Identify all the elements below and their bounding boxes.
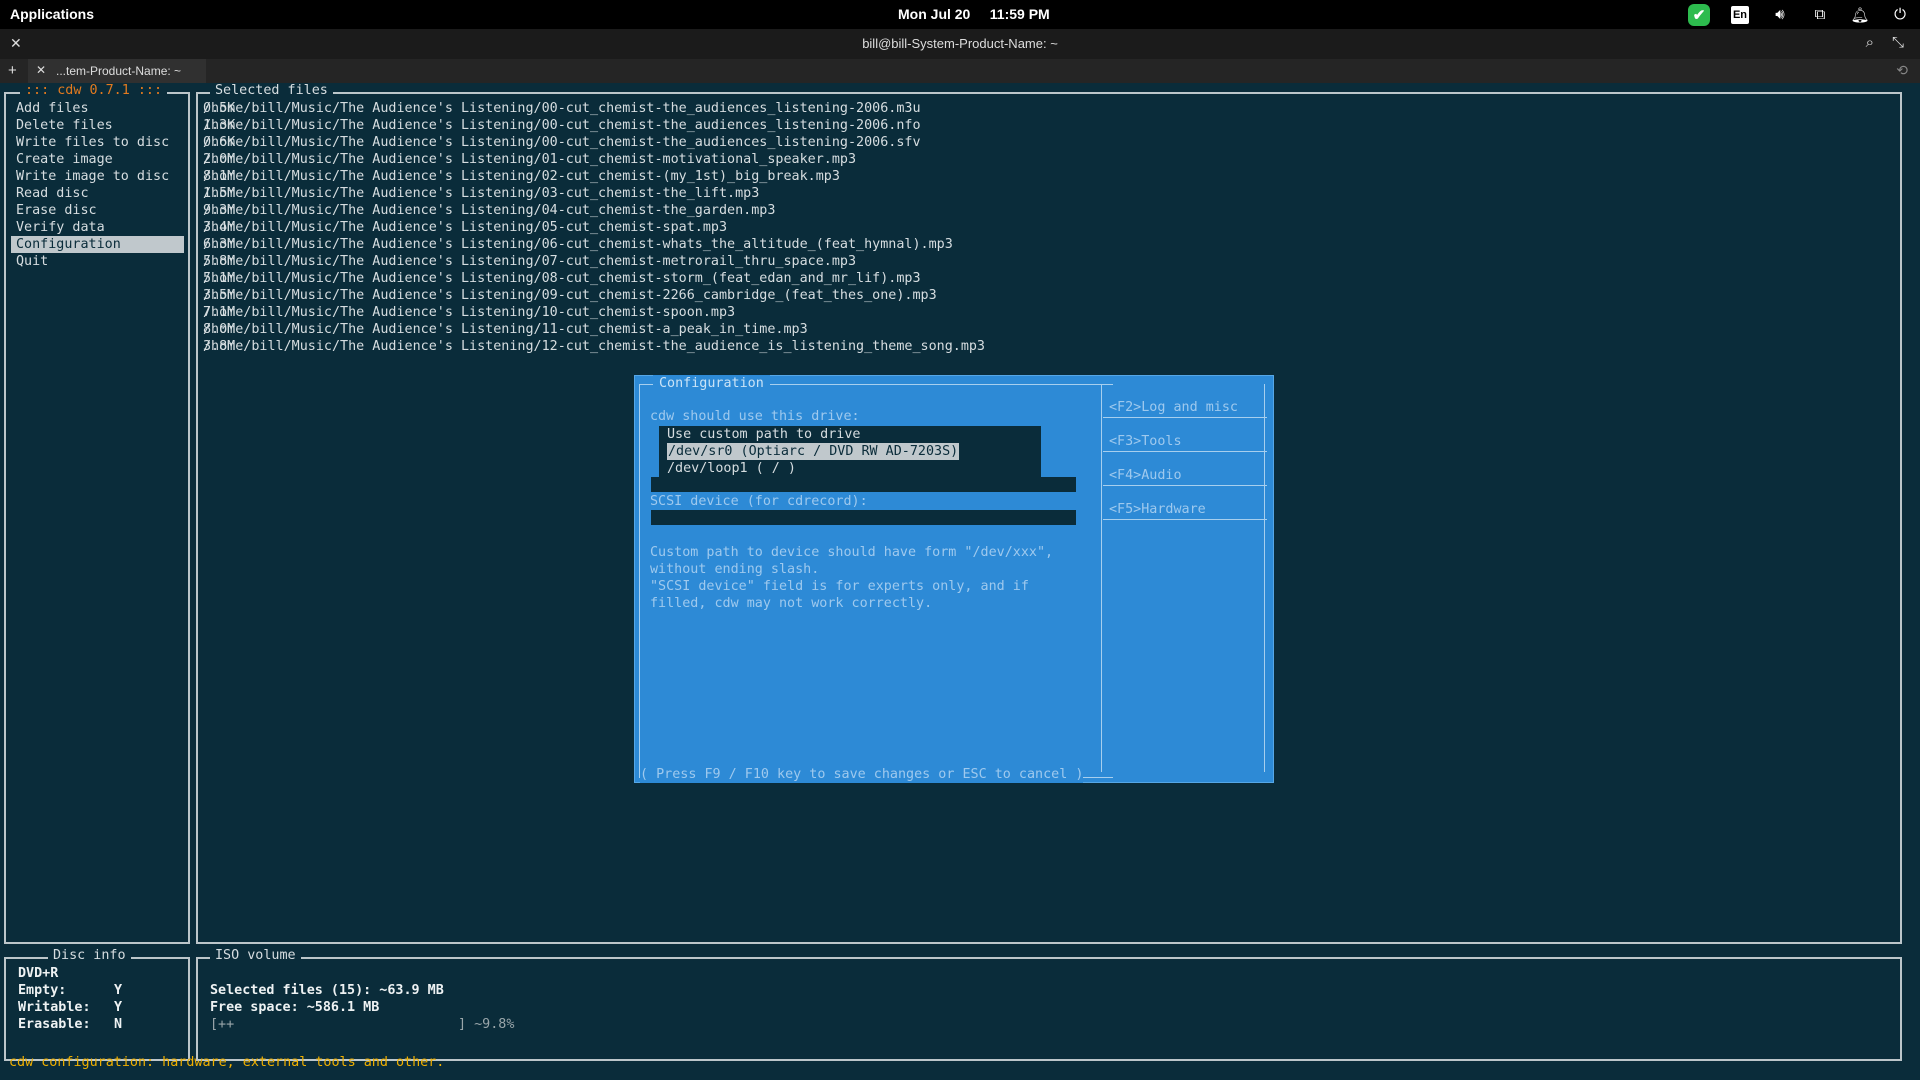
help-line: Custom path to device should have form "… (650, 545, 1054, 560)
iso-volume-panel: ISO volume Selected files (15): ~63.9 MB… (196, 948, 1902, 1061)
dialog-footer-hint: ( Press F9 / F10 key to save changes or … (640, 766, 1084, 783)
window-titlebar: ✕ bill@bill-System-Product-Name: ~ ⌕ ⤡ (0, 29, 1920, 59)
menu-item[interactable]: Add files (16, 100, 89, 117)
terminal-tab[interactable]: ✕ ...tem-Product-Name: ~ (28, 59, 206, 83)
file-row-size: 8.0M (203, 322, 236, 337)
drive-dropdown[interactable]: Use custom path to drive /dev/sr0 (Optia… (659, 426, 1041, 478)
file-row-size: 5.1M (203, 271, 236, 286)
menu-item[interactable]: Read disc (16, 185, 89, 202)
terminal-tab-bar: + ✕ ...tem-Product-Name: ~ ⟲ (0, 59, 1920, 83)
power-icon[interactable]: ⏻ (1880, 0, 1920, 29)
file-row-size: 1.5M (203, 186, 236, 201)
disc-info-title: Disc info (48, 948, 131, 963)
menu-item[interactable]: Erase disc (16, 202, 97, 219)
status-line: cdw configuration: hardware, external to… (9, 1055, 445, 1070)
disc-info-value: Y (114, 983, 123, 998)
drive-option-selected[interactable]: /dev/sr0 (Optiarc / DVD RW AD-7203S) (667, 443, 960, 460)
bell-icon[interactable]: 🔔︎ (1840, 0, 1880, 29)
tab-log-and-misc[interactable]: <F2>Log and misc (1109, 399, 1238, 416)
scsi-label: SCSI device (for cdrecord): (650, 494, 868, 509)
iso-progress-bar-end: ] ~9.8% (458, 1017, 515, 1032)
file-row-size: 6.3M (203, 237, 236, 252)
applications-menu[interactable]: Applications (10, 6, 94, 22)
file-row-size: 3.8M (203, 339, 236, 354)
custom-path-field[interactable] (651, 477, 1076, 492)
history-icon[interactable]: ⟲ (1896, 62, 1908, 79)
file-row-size: 9.3M (203, 203, 236, 218)
menu-item[interactable]: Quit (16, 253, 48, 270)
system-tray: ✔ En 🔊︎ ⧉ 🔔︎ ⏻ (1688, 0, 1920, 29)
tab-divider (1264, 384, 1265, 772)
tab-audio[interactable]: <F4>Audio (1109, 467, 1182, 484)
menu-item[interactable]: Verify data (16, 219, 105, 236)
help-line: without ending slash. (650, 562, 820, 577)
file-row-size: 2.0M (203, 152, 236, 167)
top-panel: Applications Mon Jul 20 11:59 PM ✔ En 🔊︎… (0, 0, 1920, 29)
menu-item[interactable]: Create image (16, 151, 113, 168)
iso-progress-bar-start: [++ (210, 1017, 235, 1032)
configuration-dialog: Configuration cdw should use this drive:… (634, 375, 1274, 783)
disc-type: DVD+R (18, 966, 59, 981)
file-row-size: 7.1M (203, 305, 236, 320)
tab-divider (1101, 384, 1102, 772)
help-line: "SCSI device" field is for experts only,… (650, 579, 1029, 594)
selected-files-title: Selected files (210, 83, 333, 98)
iso-free-space: Free space: ~586.1 MB (210, 1000, 380, 1015)
file-row-size: 0.6K (203, 135, 236, 150)
drive-label: cdw should use this drive: (650, 409, 860, 424)
clock[interactable]: Mon Jul 20 11:59 PM (898, 6, 1050, 22)
tab-tools[interactable]: <F3>Tools (1109, 433, 1182, 450)
config-tabs: <F2>Log and misc <F3>Tools <F4>Audio <F5… (1101, 384, 1269, 780)
disc-info-label: Empty: (18, 983, 67, 998)
volume-icon[interactable]: 🔊︎ (1760, 0, 1800, 29)
drive-option[interactable]: /dev/loop1 ( / ) (667, 460, 796, 477)
tab-separator (1103, 485, 1267, 486)
menu-item[interactable]: Write files to disc (16, 134, 169, 151)
tab-separator (1103, 451, 1267, 452)
file-row-size: 0.5K (203, 101, 236, 116)
file-row-size: 1.3K (203, 118, 236, 133)
terminal-area[interactable]: ::: cdw 0.7.1 ::: Add files Delete files W… (0, 83, 1920, 1080)
disc-info-label: Erasable: (18, 1017, 91, 1032)
network-icon[interactable]: ⧉ (1800, 0, 1840, 29)
menu-item[interactable]: Write image to disc (16, 168, 169, 185)
file-row-size: 5.8M (203, 254, 236, 269)
file-row-size: 3.5M (203, 288, 236, 303)
tab-hardware[interactable]: <F5>Hardware (1109, 501, 1206, 518)
check-badge-icon[interactable]: ✔ (1688, 3, 1710, 26)
drive-option[interactable]: Use custom path to drive (667, 426, 860, 443)
cdw-menu-title: ::: cdw 0.7.1 ::: (20, 83, 168, 98)
close-tab-icon[interactable]: ✕ (36, 63, 46, 77)
disc-info-value: Y (114, 1000, 123, 1015)
scsi-device-field[interactable] (651, 510, 1076, 525)
disc-info-label: Writable: (18, 1000, 91, 1015)
menu-item[interactable]: Delete files (16, 117, 113, 134)
tab-label: ...tem-Product-Name: ~ (56, 64, 182, 78)
window-title: bill@bill-System-Product-Name: ~ (862, 36, 1058, 51)
tab-separator (1103, 417, 1267, 418)
iso-selected-files: Selected files (15): ~63.9 MB (210, 983, 444, 998)
tab-separator (1103, 519, 1267, 520)
file-row-size: 8.1M (203, 169, 236, 184)
keyboard-layout-icon[interactable]: En (1731, 5, 1749, 24)
help-line: filled, cdw may not work correctly. (650, 596, 933, 611)
iso-volume-title: ISO volume (210, 948, 301, 963)
disc-info-panel: Disc info DVD+R Empty: Y Writable: Y Erasabl… (4, 948, 190, 1061)
search-icon[interactable]: ⌕ (1866, 34, 1874, 51)
disc-info-value: N (114, 1017, 123, 1032)
cdw-menu-panel: ::: cdw 0.7.1 ::: Add files Delete files W… (4, 83, 190, 944)
file-row-size: 3.4M (203, 220, 236, 235)
unmaximize-icon[interactable]: ⤡ (1892, 34, 1904, 51)
dialog-title: Configuration (653, 375, 770, 392)
menu-item[interactable]: Configuration (11, 236, 184, 253)
new-tab-button[interactable]: + (8, 62, 17, 79)
